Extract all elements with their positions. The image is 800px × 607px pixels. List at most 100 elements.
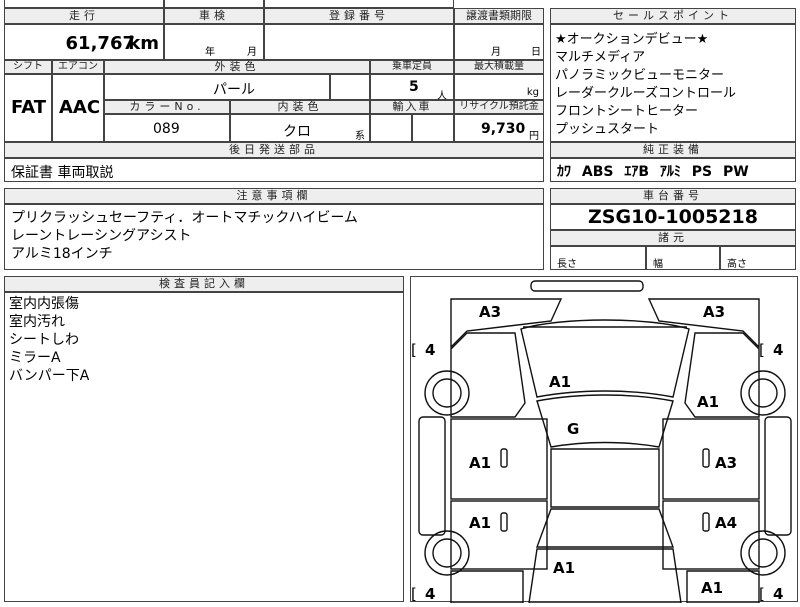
damage-front-right-fender: A1 [697,393,719,411]
right-front-handle [702,448,710,468]
transfer-deadline-header: 譲渡書類期限 [454,8,544,24]
hood-shape [520,319,690,398]
equipment-item: ｶﾜ [557,164,571,180]
dimensions-header: 諸元 [550,230,796,246]
interior-color-value: クロ [283,124,311,140]
exterior-color-extra-cell [330,74,370,100]
top-remnant-2 [164,0,264,8]
left-front-door-shape [450,418,548,500]
roof-shape [550,448,660,508]
chassis-no-value: ZSG10-1005218 [588,206,758,228]
tire-value-bottom-right: 4 [773,585,783,603]
notes-line: アルミ18インチ [11,246,113,262]
wheel-rear-left [424,530,470,576]
left-front-fender-shape [450,332,526,418]
interior-color-cell: クロ 系 [230,114,370,142]
aircon-value: AAC [59,97,101,118]
damage-rear-right: A1 [701,579,723,597]
inspector-line: シートしわ [9,332,79,348]
tire-label-bottom-right: [ [759,585,765,603]
inspector-line: ミラーA [9,350,61,366]
mileage-unit: km [128,33,159,54]
aircon-cell: AAC [52,74,104,142]
mileage-header: 走行 [4,8,164,24]
later-parts-value: 保証書 車両取説 [11,165,114,181]
capacity-header: 乗車定員 [370,60,454,74]
color-no-value: 089 [153,121,180,137]
damage-right-front-door: A3 [715,454,737,472]
later-parts-cell: 保証書 車両取説 [4,158,544,182]
right-rear-door-shape [662,500,760,570]
aircon-header: エアコン [52,60,104,74]
right-front-door-shape [662,418,760,500]
equipment-item: ｱﾙﾐ [659,164,681,180]
inspection-year-label: 年 [205,47,215,58]
inspector-line: 室内内張傷 [9,296,79,312]
shift-header: シフト [4,60,52,74]
length-cell: 長さ [550,246,646,270]
inspector-cell: 室内内張傷 室内汚れ シートしわ ミラーA バンパー下A [4,292,404,602]
shift-cell: FAT [4,74,52,142]
damage-top-right: A3 [703,303,725,321]
wheel-rear-left-inner [432,538,462,568]
recycle-value: 9,730 [481,121,526,137]
exterior-color-cell: パール [104,74,330,100]
left-rear-quarter-shape [450,570,524,604]
sales-point-item: フロントシートヒーター [555,104,699,119]
left-rocker-shape [418,416,446,536]
sales-point-item: マルチメディア [555,50,646,65]
wheel-front-left [424,370,470,416]
inspector-header: 検査員記入欄 [4,276,404,292]
max-load-cell: kg [454,74,544,100]
transfer-day-label: 日 [531,47,541,58]
sales-point-item: パノラミックビューモニター [555,68,725,83]
recycle-unit: 円 [529,131,539,142]
chassis-no-cell: ZSG10-1005218 [550,204,796,230]
tire-value-top-left: 4 [425,341,435,359]
notes-cell: プリクラッシュセーフティ．オートマチックハイビーム レーントレーシングアシスト … [4,204,544,270]
width-label: 幅 [653,259,663,270]
notes-header: 注意事項欄 [4,188,544,204]
inspector-line: バンパー下A [9,368,90,384]
sales-point-item: レーダークルーズコントロール [555,86,736,101]
registration-cell [264,24,454,60]
damage-top-left: A3 [479,303,501,321]
left-front-handle [500,448,508,468]
windshield-shape [536,394,674,448]
top-remnant-1 [4,0,164,8]
import-cell-1 [370,114,412,142]
right-rear-handle [702,512,710,532]
equipment-item: PW [722,164,749,180]
color-no-cell: 089 [104,114,230,142]
length-label: 長さ [557,259,577,270]
inspection-cell: 年 月 [164,24,264,60]
shift-value: FAT [11,97,47,118]
import-header: 輸入車 [370,100,454,114]
import-cell-2 [412,114,454,142]
tire-value-top-right: 4 [773,341,783,359]
notes-line: プリクラッシュセーフティ．オートマチックハイビーム [11,210,358,226]
recycle-cell: 9,730 円 [454,114,544,142]
damage-right-rear-door: A4 [715,514,737,532]
notes-line: レーントレーシングアシスト [11,228,192,244]
front-left-corner-shape [450,298,563,349]
capacity-cell: 5 人 [370,74,454,102]
wheel-front-right-inner [748,378,778,408]
max-load-header: 最大積載量 [454,60,544,74]
top-remnant-3 [264,0,454,8]
height-cell: 高さ [720,246,796,270]
transfer-month-label: 月 [491,47,501,58]
damage-left-rear-door: A1 [469,514,491,532]
tire-value-bottom-left: 4 [425,585,435,603]
mileage-cell: 61,767 km [4,24,164,60]
front-bumper-shape [530,280,644,292]
damage-hood: A1 [549,373,571,391]
right-rocker-shape [764,416,792,536]
sales-point-item: ★オークションデビュー★ [555,32,709,47]
registration-header: 登録番号 [264,8,454,24]
left-rear-handle [500,512,508,532]
interior-color-header: 内装色 [230,100,370,114]
genuine-equipment-header: 純正装備 [550,142,796,158]
height-label: 高さ [727,259,747,270]
tire-label-top-right: [ [759,341,765,359]
